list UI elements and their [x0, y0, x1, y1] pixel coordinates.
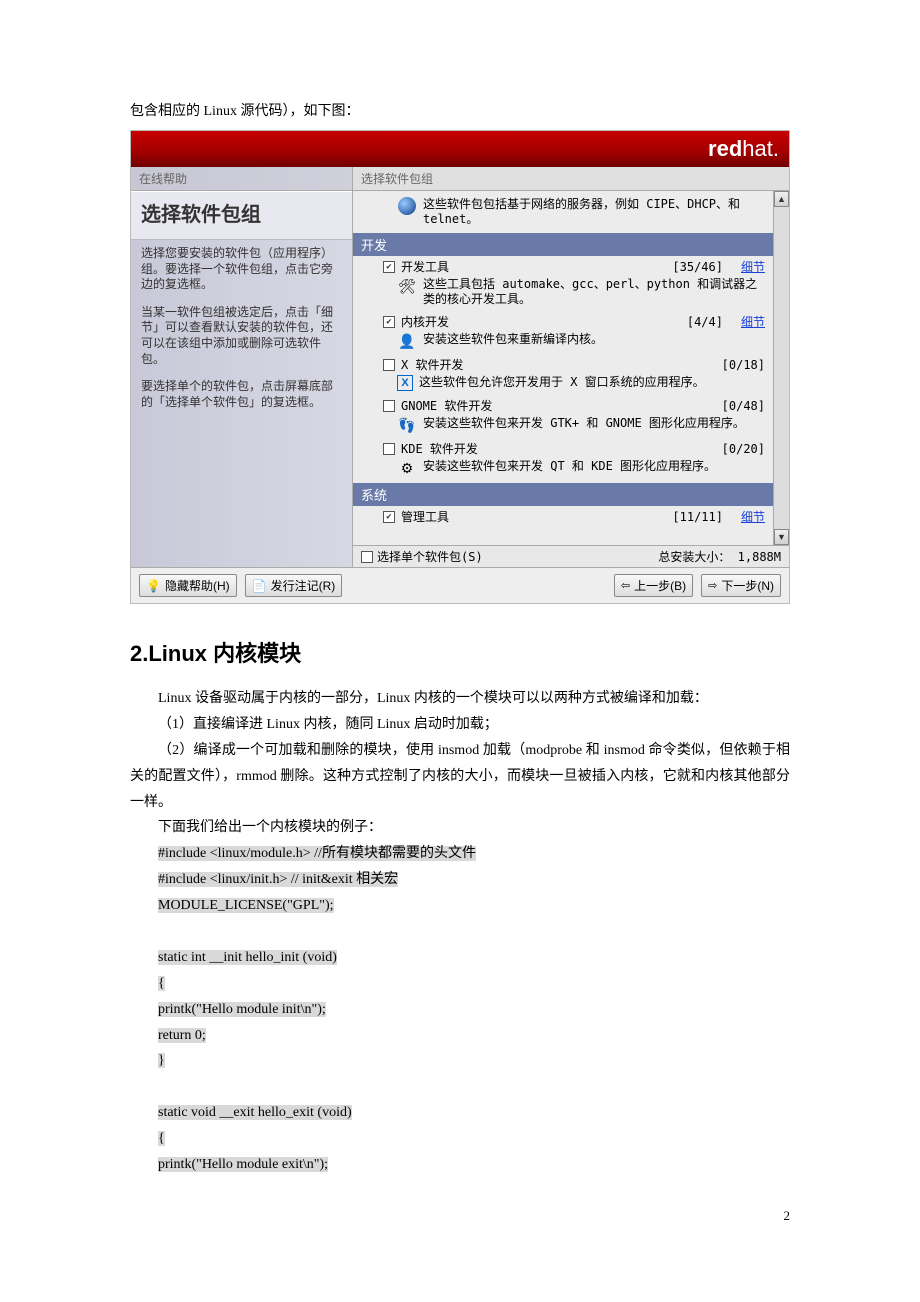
- code-line: #include <linux/init.h> // init&exit 相关宏: [158, 872, 398, 887]
- pkg-label: X 软件开发: [401, 356, 689, 373]
- pkg-count: [0/48]: [695, 399, 765, 413]
- code-block: #include <linux/module.h> //所有模块都需要的头文件 …: [130, 841, 790, 1178]
- paragraph: （2）编译成一个可加载和删除的模块，使用 insmod 加载（modprobe …: [130, 738, 790, 816]
- category-system: 系统: [353, 483, 773, 506]
- pkg-row-kde[interactable]: KDE 软件开发 [0/20]: [353, 438, 773, 457]
- redhat-logo: redhat.: [708, 136, 779, 162]
- total-size-value: 1,888M: [738, 550, 781, 564]
- pkg-row-admin[interactable]: ✔ 管理工具 [11/11] 细节: [353, 506, 773, 525]
- detail-link[interactable]: 细节: [741, 313, 765, 330]
- btn-label: 下一步(N): [721, 577, 774, 594]
- main-tab: 选择软件包组: [353, 167, 789, 191]
- pkg-row-kernel[interactable]: ✔ 内核开发 [4/4] 细节: [353, 311, 773, 330]
- detail-link[interactable]: 细节: [741, 508, 765, 525]
- pkg-label: 管理工具: [401, 508, 647, 525]
- next-button[interactable]: ⇨ 下一步(N): [701, 574, 781, 597]
- pkg-count: [0/20]: [695, 442, 765, 456]
- code-line: }: [158, 1053, 165, 1068]
- pkg-desc: 安装这些软件包来开发 QT 和 KDE 图形化应用程序。: [423, 459, 716, 474]
- checkbox-icon[interactable]: ✔: [383, 316, 395, 328]
- code-line: static int __init hello_init (void): [158, 950, 337, 965]
- intro-line: 包含相应的 Linux 源代码），如下图：: [130, 100, 790, 120]
- pkg-count: [35/46]: [653, 260, 723, 274]
- code-line: printk("Hello module exit\n");: [158, 1157, 328, 1172]
- code-line: #include <linux/module.h> //所有模块都需要的头文件: [158, 846, 476, 861]
- bulb-icon: 💡: [146, 579, 161, 593]
- paragraph: Linux 设备驱动属于内核的一部分，Linux 内核的一个模块可以以两种方式被…: [130, 686, 790, 712]
- code-line: static void __exit hello_exit (void): [158, 1105, 352, 1120]
- sidebar-title: 选择软件包组: [131, 191, 352, 240]
- select-individual-label: 选择单个软件包(S): [377, 548, 483, 565]
- hide-help-button[interactable]: 💡 隐藏帮助(H): [139, 574, 237, 597]
- sidebar-help-1: 选择您要安装的软件包（应用程序）组。要选择一个软件包组，点击它旁边的复选框。: [131, 240, 352, 299]
- code-line: MODULE_LICENSE("GPL");: [158, 898, 334, 913]
- btn-label: 上一步(B): [634, 577, 686, 594]
- btn-label: 发行注记(R): [271, 577, 336, 594]
- pkg-desc: 这些软件包允许您开发用于 X 窗口系统的应用程序。: [419, 375, 705, 390]
- code-line: printk("Hello module init\n");: [158, 1002, 326, 1017]
- checkbox-icon[interactable]: [383, 400, 395, 412]
- note-icon: 📄: [252, 579, 267, 593]
- footer-row: 选择单个软件包(S) 总安装大小： 1,888M: [353, 545, 789, 567]
- checkbox-icon[interactable]: ✔: [383, 261, 395, 273]
- pkg-desc: 这些工具包括 automake、gcc、perl、python 和调试器之类的核…: [423, 277, 765, 307]
- scroll-down-icon[interactable]: ▼: [774, 529, 789, 545]
- page-number: 2: [130, 1208, 790, 1224]
- pkg-desc: 安装这些软件包来重新编译内核。: [423, 332, 603, 347]
- installer-titlebar: redhat.: [131, 131, 789, 167]
- scroll-track[interactable]: [774, 207, 789, 529]
- pkg-row-x[interactable]: X 软件开发 [0/18]: [353, 354, 773, 373]
- total-size-label: 总安装大小：: [658, 548, 730, 565]
- back-button[interactable]: ⇦ 上一步(B): [614, 574, 693, 597]
- release-notes-button[interactable]: 📄 发行注记(R): [245, 574, 343, 597]
- package-list: 这些软件包包括基于网络的服务器，例如 CIPE、DHCP、和 telnet。 开…: [353, 191, 773, 545]
- pkg-label: GNOME 软件开发: [401, 397, 689, 414]
- detail-link[interactable]: 细节: [741, 258, 765, 275]
- installer-bottom-bar: 💡 隐藏帮助(H) 📄 发行注记(R) ⇦ 上一步(B) ⇨ 下一步(N): [131, 567, 789, 603]
- category-development: 开发: [353, 233, 773, 256]
- sidebar: 在线帮助 选择软件包组 选择您要安装的软件包（应用程序）组。要选择一个软件包组，…: [131, 167, 353, 567]
- scroll-up-icon[interactable]: ▲: [774, 191, 789, 207]
- pkg-count: [11/11]: [653, 510, 723, 524]
- paragraph: （1）直接编译进 Linux 内核，随同 Linux 启动时加载；: [130, 712, 790, 738]
- globe-icon: [397, 197, 417, 215]
- left-arrow-icon: ⇦: [621, 579, 630, 592]
- sidebar-help-3: 要选择单个的软件包，点击屏幕底部的「选择单个软件包」的复选框。: [131, 373, 352, 416]
- body-text: Linux 设备驱动属于内核的一部分，Linux 内核的一个模块可以以两种方式被…: [130, 686, 790, 841]
- installer-window: redhat. 在线帮助 选择软件包组 选择您要安装的软件包（应用程序）组。要选…: [130, 130, 790, 604]
- code-line: {: [158, 976, 165, 991]
- select-individual-checkbox[interactable]: [361, 551, 373, 563]
- section-heading: 2.Linux 内核模块: [130, 636, 790, 668]
- sidebar-tab: 在线帮助: [131, 167, 352, 191]
- face-icon: 👤: [397, 332, 417, 350]
- scrollbar[interactable]: ▲ ▼: [773, 191, 789, 545]
- pkg-desc: 安装这些软件包来开发 GTK+ 和 GNOME 图形化应用程序。: [423, 416, 745, 431]
- checkbox-icon[interactable]: ✔: [383, 511, 395, 523]
- x-icon: X: [397, 375, 413, 391]
- sidebar-help-2: 当某一软件包组被选定后，点击「细节」可以查看默认安装的软件包，还可以在该组中添加…: [131, 299, 352, 373]
- pkg-row-devtools[interactable]: ✔ 开发工具 [35/46] 细节: [353, 256, 773, 275]
- pkg-label: 开发工具: [401, 258, 647, 275]
- paragraph: 下面我们给出一个内核模块的例子：: [130, 815, 790, 841]
- pkg-count: [4/4]: [653, 315, 723, 329]
- pkg-label: 内核开发: [401, 313, 647, 330]
- top-desc: 这些软件包包括基于网络的服务器，例如 CIPE、DHCP、和 telnet。: [423, 197, 765, 227]
- checkbox-icon[interactable]: [383, 359, 395, 371]
- kde-gear-icon: ⚙: [397, 459, 417, 477]
- tools-icon: 🛠: [397, 277, 417, 295]
- code-line: {: [158, 1131, 165, 1146]
- pkg-label: KDE 软件开发: [401, 440, 689, 457]
- pkg-count: [0/18]: [695, 358, 765, 372]
- main-panel: 选择软件包组 这些软件包包括基于网络的服务器，例如 CIPE、DHCP、和 te…: [353, 167, 789, 567]
- gnome-foot-icon: 👣: [397, 416, 417, 434]
- right-arrow-icon: ⇨: [708, 579, 717, 592]
- btn-label: 隐藏帮助(H): [165, 577, 230, 594]
- checkbox-icon[interactable]: [383, 443, 395, 455]
- code-line: return 0;: [158, 1028, 206, 1043]
- pkg-row-gnome[interactable]: GNOME 软件开发 [0/48]: [353, 395, 773, 414]
